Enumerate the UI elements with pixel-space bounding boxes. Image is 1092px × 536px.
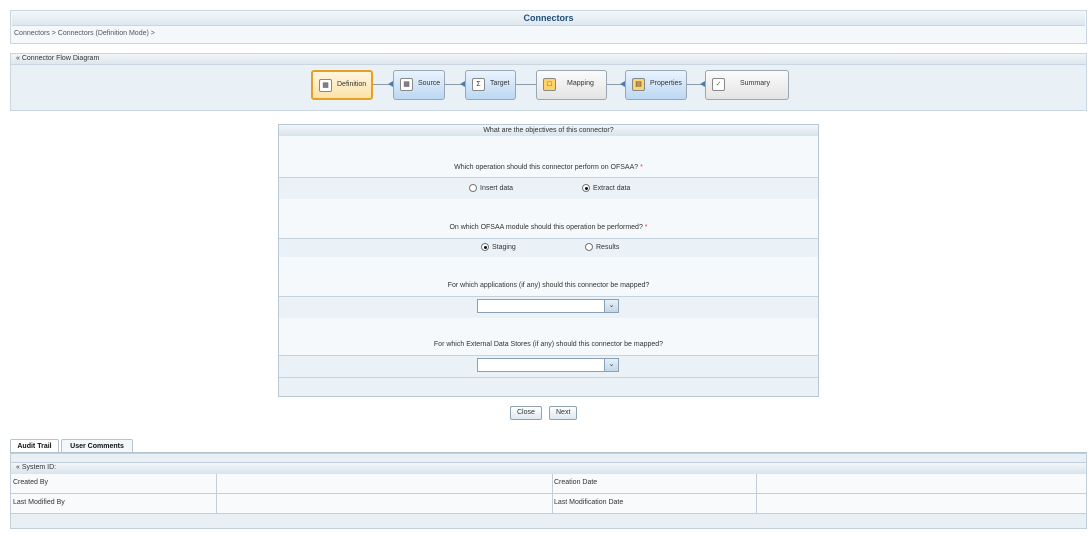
flow-step-mapping[interactable]: □ Mapping [536, 70, 607, 100]
target-icon: Σ [472, 78, 485, 91]
q3-select-row: ⌄ [279, 296, 818, 319]
results-label[interactable]: Results [596, 244, 619, 251]
staging-radio[interactable] [481, 243, 489, 251]
flow-step-label: Mapping [567, 80, 594, 87]
breadcrumb[interactable]: Connectors > Connectors (Definition Mode… [14, 30, 155, 37]
flow-section-header[interactable]: « Connector Flow Diagram [11, 54, 1086, 65]
chevron-down-icon[interactable]: ⌄ [604, 359, 618, 371]
flow-section-label: Connector Flow Diagram [21, 55, 100, 62]
q3-text: For which applications (if any) should t… [447, 282, 650, 289]
close-button[interactable]: Close [510, 406, 542, 420]
audit-row-created: Created By Creation Date [11, 474, 1086, 494]
flow-step-label: Properties [650, 80, 682, 87]
created-by-label: Created By [13, 479, 49, 486]
objectives-panel: What are the objectives of this connecto… [278, 124, 819, 397]
audit-trail-grid: « System ID: Created By Creation Date La… [10, 453, 1087, 529]
flow-step-properties[interactable]: ▤ Properties [625, 70, 687, 100]
spacer-row [279, 318, 818, 335]
definition-icon: ▦ [319, 79, 332, 92]
q3-row: For which applications (if any) should t… [279, 275, 818, 297]
spacer-row [279, 377, 818, 396]
collapse-icon[interactable]: « [16, 55, 20, 62]
tab-user-comments[interactable]: User Comments [61, 439, 133, 453]
required-mark: * [640, 164, 643, 171]
insert-data-label[interactable]: Insert data [480, 185, 513, 192]
connector-flow-diagram: « Connector Flow Diagram ▦ Definition ▦ … [10, 53, 1087, 111]
applications-select[interactable]: ⌄ [477, 299, 619, 313]
properties-icon: ▤ [632, 78, 645, 91]
flow-step-summary[interactable]: ✓ Summary [705, 70, 789, 100]
q2-text: On which OFSAA module should this operat… [449, 224, 643, 231]
q1-row: Which operation should this connector pe… [279, 158, 818, 178]
extract-data-radio[interactable] [582, 184, 590, 192]
flow-connector-line [516, 84, 536, 85]
audit-row-modified: Last Modified By Last Modification Date [11, 494, 1086, 514]
flow-step-target[interactable]: Σ Target [465, 70, 516, 100]
system-id-label: System ID: [21, 464, 57, 471]
chevron-down-icon[interactable]: ⌄ [604, 300, 618, 312]
spacer-row [279, 257, 818, 276]
q4-text: For which External Data Stores (if any) … [433, 341, 664, 348]
last-modification-date-label: Last Modification Date [554, 499, 624, 506]
spacer-row [279, 199, 818, 218]
required-mark: * [644, 224, 648, 231]
audit-tabs: Audit Trail User Comments [0, 438, 1092, 453]
results-radio[interactable] [585, 243, 593, 251]
insert-data-radio[interactable] [469, 184, 477, 192]
flow-step-source[interactable]: ▦ Source [393, 70, 445, 100]
page-header: Connectors Connectors > Connectors (Defi… [10, 10, 1087, 44]
q1-options-row: Insert data Extract data [279, 177, 818, 200]
extract-data-label[interactable]: Extract data [593, 185, 630, 192]
next-button[interactable]: Next [549, 406, 578, 420]
mapping-icon: □ [543, 78, 556, 91]
q4-select-row: ⌄ [279, 355, 818, 378]
flow-step-definition[interactable]: ▦ Definition [311, 70, 373, 100]
summary-icon: ✓ [712, 78, 725, 91]
spacer-row [279, 136, 818, 159]
q2-row: On which OFSAA module should this operat… [279, 217, 818, 239]
last-modified-by-label: Last Modified By [13, 499, 65, 506]
q2-options-row: Staging Results [279, 238, 818, 258]
source-icon: ▦ [400, 78, 413, 91]
flow-step-label: Definition [337, 81, 367, 88]
flow-step-label: Source [418, 80, 441, 87]
flow-step-label: Summary [740, 80, 770, 87]
q1-text: Which operation should this connector pe… [454, 164, 639, 171]
staging-label[interactable]: Staging [492, 244, 516, 251]
page-title: Connectors [12, 12, 1085, 26]
q4-row: For which External Data Stores (if any) … [279, 334, 818, 356]
flow-step-label: Target [490, 80, 510, 87]
creation-date-label: Creation Date [554, 479, 598, 486]
tab-audit-trail[interactable]: Audit Trail [10, 439, 59, 453]
external-data-stores-select[interactable]: ⌄ [477, 358, 619, 372]
collapse-icon[interactable]: « [16, 464, 20, 471]
